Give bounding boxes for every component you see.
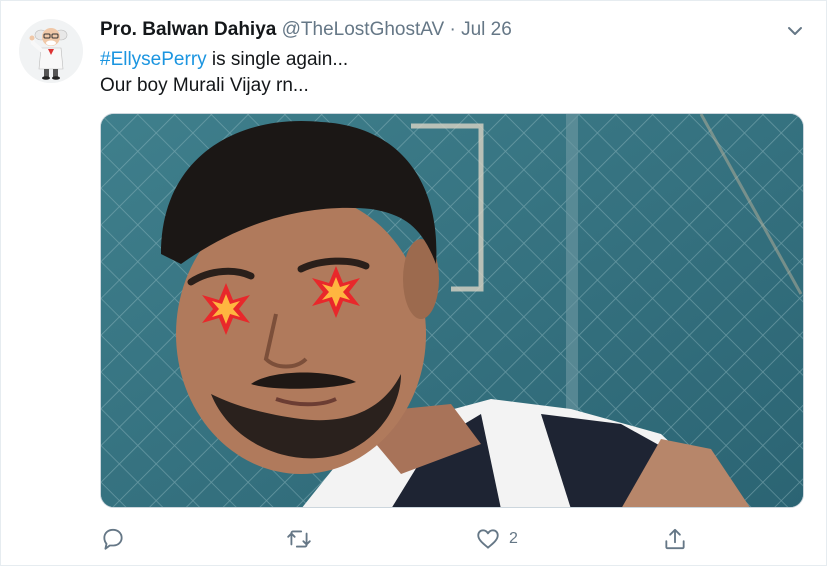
tweet-text-rest: is single again... (206, 49, 349, 70)
tweet-text-line-2: Our boy Murali Vijay rn... (100, 75, 309, 96)
hashtag-link[interactable]: #EllysePerry (100, 49, 207, 70)
professor-avatar-icon (19, 19, 83, 83)
tweet-header: Pro. Balwan Dahiya @TheLostGhostAV · Jul… (100, 18, 512, 42)
retweet-button[interactable] (286, 524, 320, 554)
heart-icon (477, 529, 499, 549)
separator-dot: · (449, 19, 456, 40)
tweet-text: #EllysePerry is single again... Our boy … (100, 47, 348, 99)
share-button[interactable] (662, 524, 688, 554)
tweet-media-photo[interactable] (100, 113, 804, 508)
like-button[interactable]: 2 (475, 524, 518, 554)
share-icon (665, 528, 685, 550)
retweet-icon (287, 530, 311, 548)
more-options-button[interactable] (783, 19, 807, 43)
tweet-card[interactable]: Pro. Balwan Dahiya @TheLostGhostAV · Jul… (0, 0, 827, 566)
tweet-text-line-1: #EllysePerry is single again... (100, 47, 348, 73)
chevron-down-icon (788, 27, 802, 35)
like-count: 2 (509, 530, 518, 547)
reply-icon (103, 528, 123, 550)
photo-illustration (101, 114, 803, 507)
avatar[interactable] (19, 19, 83, 83)
tweet-date[interactable]: Jul 26 (461, 19, 512, 40)
display-name[interactable]: Pro. Balwan Dahiya (100, 19, 276, 40)
tweet-actions: 2 (100, 524, 700, 554)
user-handle[interactable]: @TheLostGhostAV (282, 19, 445, 40)
reply-button[interactable] (100, 524, 134, 554)
